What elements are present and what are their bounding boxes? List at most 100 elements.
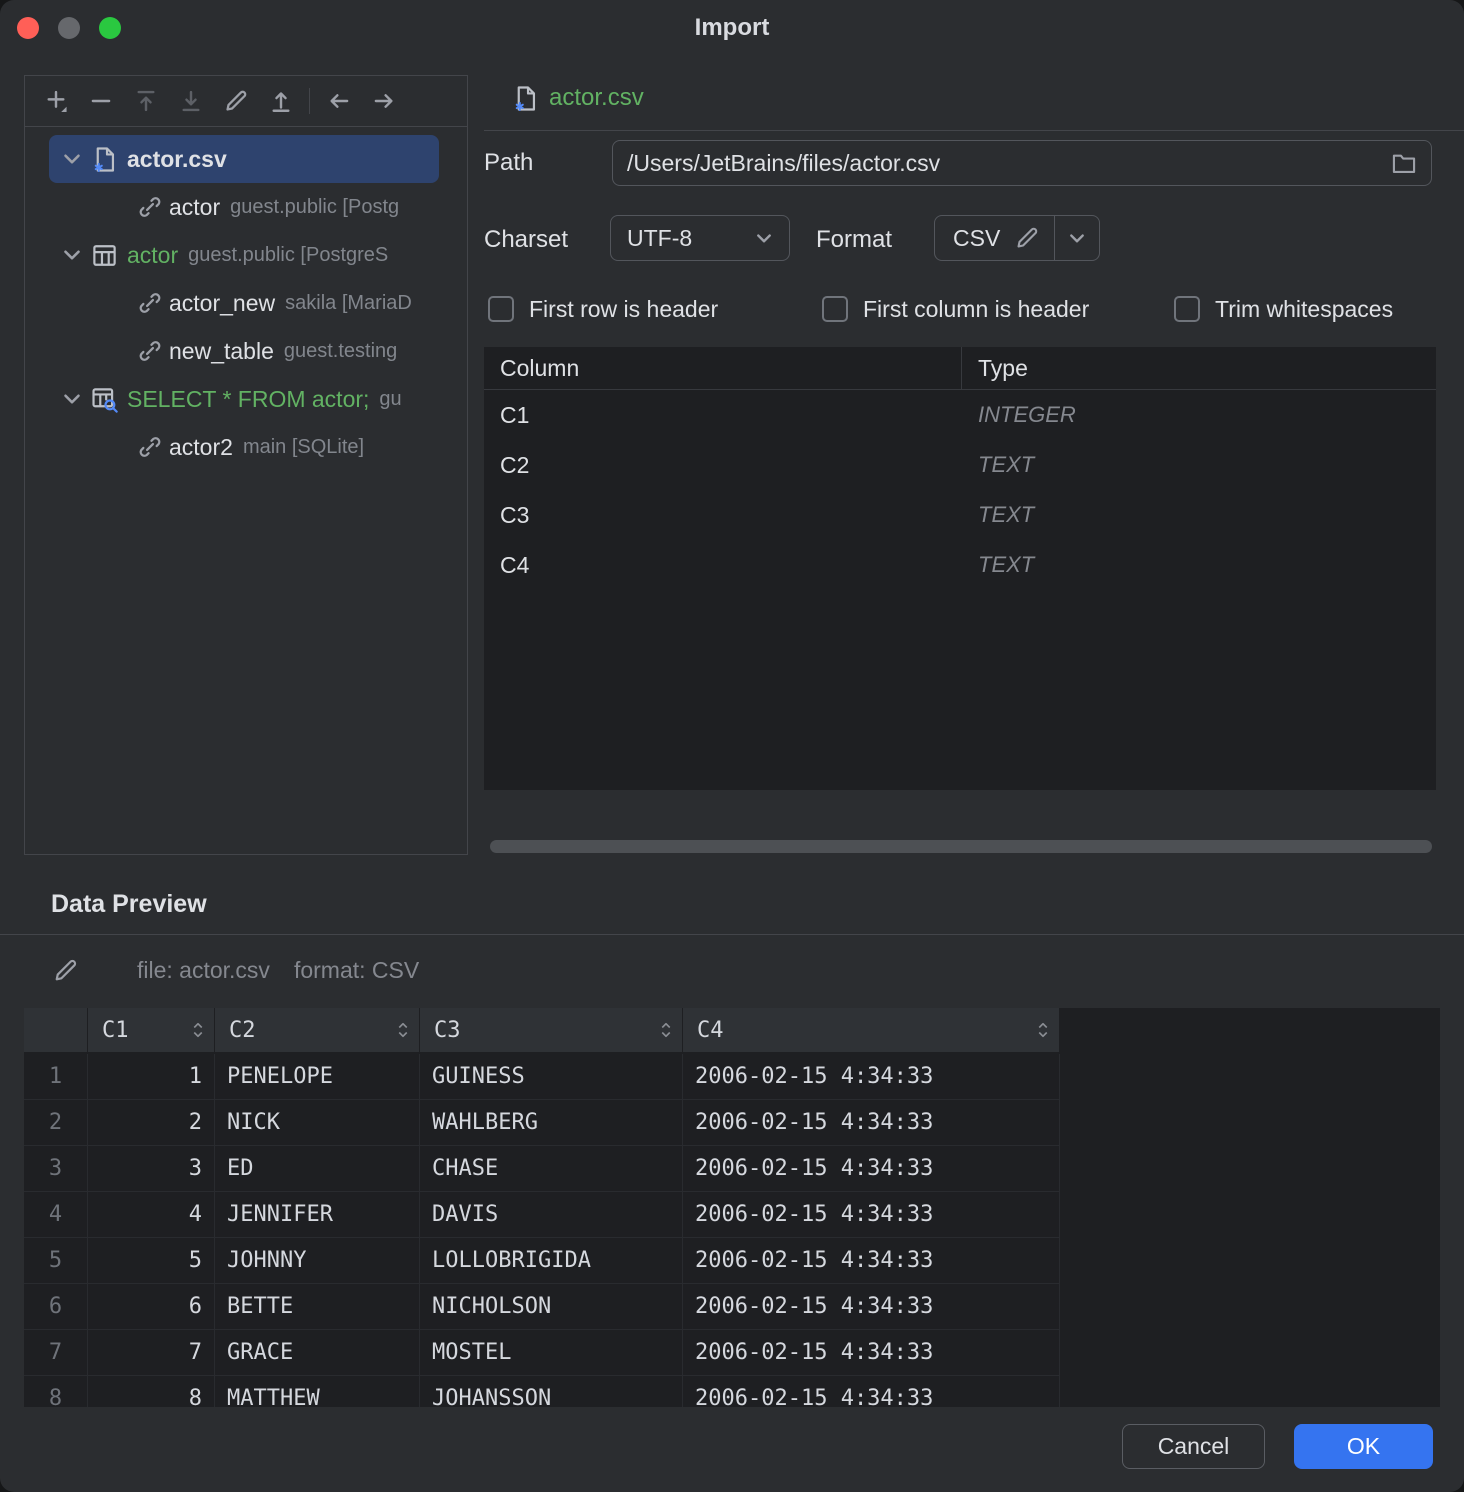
table-row[interactable]: 5 5 JOHNNY LOLLOBRIGIDA 2006-02-15 4:34:…: [24, 1238, 1060, 1284]
cell-c1[interactable]: 1: [88, 1054, 215, 1099]
cell-c3[interactable]: GUINESS: [420, 1054, 683, 1099]
chevron-down-icon[interactable]: [59, 242, 85, 268]
table-row[interactable]: 4 4 JENNIFER DAVIS 2006-02-15 4:34:33: [24, 1192, 1060, 1238]
cell-c3[interactable]: CHASE: [420, 1146, 683, 1191]
cell-c1[interactable]: 3: [88, 1146, 215, 1191]
trim-whitespaces-checkbox[interactable]: Trim whitespaces: [1174, 294, 1393, 324]
table-row[interactable]: 3 3 ED CHASE 2006-02-15 4:34:33: [24, 1146, 1060, 1192]
cell-c1[interactable]: 5: [88, 1238, 215, 1283]
cell-c3[interactable]: MOSTEL: [420, 1330, 683, 1375]
grid-header-c4[interactable]: C4: [683, 1008, 1060, 1052]
cell-c4[interactable]: 2006-02-15 4:34:33: [683, 1330, 1060, 1375]
tree-item-select-query[interactable]: SELECT * FROM actor; gu: [25, 375, 467, 423]
type-header[interactable]: Type: [962, 347, 1436, 389]
table-row[interactable]: 6 6 BETTE NICHOLSON 2006-02-15 4:34:33: [24, 1284, 1060, 1330]
pencil-icon[interactable]: [52, 957, 79, 984]
horizontal-scrollbar[interactable]: [490, 840, 1432, 853]
checkbox-box[interactable]: [822, 296, 848, 322]
table-row[interactable]: 1 1 PENELOPE GUINESS 2006-02-15 4:34:33: [24, 1054, 1060, 1100]
cell-c2[interactable]: GRACE: [215, 1330, 420, 1375]
folder-icon[interactable]: [1391, 150, 1417, 176]
grid-header-c2[interactable]: C2: [215, 1008, 420, 1052]
cell-c1[interactable]: 4: [88, 1192, 215, 1237]
toolbar-separator: [309, 88, 310, 114]
ok-button[interactable]: OK: [1294, 1424, 1433, 1469]
import-dialog: Import: [0, 0, 1464, 1492]
cell-c2[interactable]: MATTHEW: [215, 1376, 420, 1407]
cell-c1[interactable]: 8: [88, 1376, 215, 1407]
move-up-button[interactable]: [123, 82, 168, 120]
tree-item-actor-mapping[interactable]: actor guest.public [Postg: [25, 183, 467, 231]
cell-c4[interactable]: 2006-02-15 4:34:33: [683, 1238, 1060, 1283]
cell-c2[interactable]: ED: [215, 1146, 420, 1191]
chevron-down-icon[interactable]: [59, 146, 85, 172]
back-button[interactable]: [316, 82, 361, 120]
cell-c2[interactable]: JOHNNY: [215, 1238, 420, 1283]
cell-c2[interactable]: NICK: [215, 1100, 420, 1145]
path-input[interactable]: /Users/JetBrains/files/actor.csv: [612, 140, 1432, 186]
cell-c3[interactable]: WAHLBERG: [420, 1100, 683, 1145]
remove-button[interactable]: [78, 82, 123, 120]
cell-c4[interactable]: 2006-02-15 4:34:33: [683, 1100, 1060, 1145]
tree-item-new-table[interactable]: new_table guest.testing: [25, 327, 467, 375]
charset-value: UTF-8: [627, 225, 692, 252]
format-value-button[interactable]: CSV: [935, 216, 1055, 260]
grid-header-c1[interactable]: C1: [88, 1008, 215, 1052]
export-button[interactable]: [258, 82, 303, 120]
cell-c1[interactable]: 2: [88, 1100, 215, 1145]
minimize-window-button[interactable]: [58, 17, 80, 39]
chevron-down-icon[interactable]: [59, 386, 85, 412]
cell-c3[interactable]: NICHOLSON: [420, 1284, 683, 1329]
grid-header-c3[interactable]: C3: [420, 1008, 683, 1052]
cell-c3[interactable]: JOHANSSON: [420, 1376, 683, 1407]
table-row[interactable]: C3 TEXT: [484, 490, 1436, 540]
charset-select[interactable]: UTF-8: [610, 215, 790, 261]
tree-item-actor-csv[interactable]: actor.csv: [49, 135, 439, 183]
sort-icon[interactable]: [658, 1020, 674, 1040]
sort-icon[interactable]: [190, 1020, 206, 1040]
table-row[interactable]: C2 TEXT: [484, 440, 1436, 490]
column-header[interactable]: Column: [484, 347, 962, 389]
table-row[interactable]: 7 7 GRACE MOSTEL 2006-02-15 4:34:33: [24, 1330, 1060, 1376]
zoom-window-button[interactable]: [99, 17, 121, 39]
move-down-button[interactable]: [168, 82, 213, 120]
row-number: 7: [24, 1330, 88, 1375]
tree-item-actor2[interactable]: actor2 main [SQLite]: [25, 423, 467, 471]
sort-icon[interactable]: [1035, 1020, 1051, 1040]
cell-c2[interactable]: BETTE: [215, 1284, 420, 1329]
tree-item-actor-new[interactable]: actor_new sakila [MariaD: [25, 279, 467, 327]
cell-c3[interactable]: LOLLOBRIGIDA: [420, 1238, 683, 1283]
checkbox-box[interactable]: [1174, 296, 1200, 322]
table-row[interactable]: 8 8 MATTHEW JOHANSSON 2006-02-15 4:34:33: [24, 1376, 1060, 1407]
cell-c2[interactable]: PENELOPE: [215, 1054, 420, 1099]
column-type: TEXT: [962, 452, 1436, 478]
cell-c1[interactable]: 7: [88, 1330, 215, 1375]
tree-item-label: actor2: [169, 434, 233, 461]
table-row[interactable]: C1 INTEGER: [484, 390, 1436, 440]
cell-c4[interactable]: 2006-02-15 4:34:33: [683, 1146, 1060, 1191]
cancel-button[interactable]: Cancel: [1122, 1424, 1265, 1469]
forward-button[interactable]: [361, 82, 406, 120]
cell-c4[interactable]: 2006-02-15 4:34:33: [683, 1284, 1060, 1329]
column-name: C4: [484, 552, 962, 579]
format-dropdown-button[interactable]: [1055, 216, 1099, 260]
add-button[interactable]: [33, 82, 78, 120]
checkbox-box[interactable]: [488, 296, 514, 322]
table-row[interactable]: C4 TEXT: [484, 540, 1436, 590]
chevron-down-icon: [1064, 225, 1090, 251]
first-row-header-checkbox[interactable]: First row is header: [488, 294, 718, 324]
close-window-button[interactable]: [17, 17, 39, 39]
cell-c3[interactable]: DAVIS: [420, 1192, 683, 1237]
cell-c2[interactable]: JENNIFER: [215, 1192, 420, 1237]
checkbox-label: First column is header: [863, 296, 1089, 323]
pencil-icon[interactable]: [1014, 225, 1040, 251]
sort-icon[interactable]: [395, 1020, 411, 1040]
edit-button[interactable]: [213, 82, 258, 120]
cell-c4[interactable]: 2006-02-15 4:34:33: [683, 1054, 1060, 1099]
tree-item-actor-table[interactable]: actor guest.public [PostgreS: [25, 231, 467, 279]
cell-c1[interactable]: 6: [88, 1284, 215, 1329]
table-row[interactable]: 2 2 NICK WAHLBERG 2006-02-15 4:34:33: [24, 1100, 1060, 1146]
cell-c4[interactable]: 2006-02-15 4:34:33: [683, 1192, 1060, 1237]
cell-c4[interactable]: 2006-02-15 4:34:33: [683, 1376, 1060, 1407]
first-column-header-checkbox[interactable]: First column is header: [822, 294, 1089, 324]
